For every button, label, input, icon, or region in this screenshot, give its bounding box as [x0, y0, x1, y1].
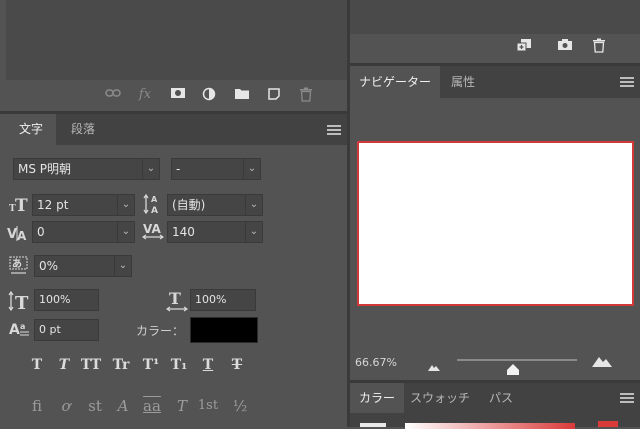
panel-menu-icon[interactable] — [620, 77, 634, 87]
all-caps-button[interactable]: TT — [80, 356, 102, 374]
faux-bold-button[interactable]: T — [26, 356, 48, 374]
tab-paragraph[interactable]: 段落 — [56, 114, 110, 145]
tsume-select[interactable]: 0% ⌄ — [34, 255, 132, 277]
link-icon[interactable] — [104, 87, 122, 103]
font-style-value: - — [176, 162, 181, 176]
svg-text:A: A — [9, 322, 20, 338]
titling-alternates-button[interactable]: aa — [140, 396, 164, 416]
leading-icon: AA — [143, 193, 163, 220]
svg-text:あ: あ — [12, 257, 22, 270]
faux-italic-button[interactable]: T — [53, 356, 75, 374]
kerning-select[interactable]: 0 ⌄ — [32, 221, 135, 243]
layers-list[interactable] — [6, 0, 347, 80]
zoom-slider-thumb[interactable] — [507, 360, 520, 379]
text-color-swatch[interactable] — [190, 317, 258, 343]
font-size-icon: TT — [9, 195, 29, 218]
zoom-out-icon[interactable] — [428, 356, 440, 375]
font-size-select[interactable]: 12 pt ⌄ — [32, 194, 135, 216]
chevron-down-icon: ⌄ — [117, 222, 134, 242]
horizontal-scale-field[interactable]: 100% — [190, 289, 256, 311]
baseline-shift-field[interactable]: 0 pt — [34, 319, 99, 341]
stylistic-alternates-button[interactable]: A — [111, 396, 135, 416]
tab-navigator[interactable]: ナビゲーター — [350, 66, 440, 98]
vertical-scale-field[interactable]: 100% — [34, 289, 99, 311]
tracking-icon: VA — [141, 221, 165, 246]
panel-menu-icon[interactable] — [620, 393, 634, 403]
tab-character[interactable]: 文字 — [6, 114, 56, 145]
ligature-button[interactable]: ﬁ — [25, 396, 49, 416]
font-size-value: 12 pt — [37, 198, 69, 212]
tab-color[interactable]: カラー — [350, 383, 404, 413]
leading-value: (自動) — [172, 198, 206, 212]
font-style-select[interactable]: - ⌄ — [171, 158, 261, 180]
foreground-color-chip[interactable] — [360, 423, 386, 427]
svg-text:A: A — [151, 195, 158, 204]
tsume-icon: あ — [9, 256, 29, 282]
svg-text:T: T — [169, 290, 181, 308]
panel-menu-icon[interactable] — [327, 125, 341, 135]
character-panel: 文字 段落 MS P明朝 ⌄ - ⌄ TT 12 pt ⌄ AA (自動) ⌄ … — [6, 114, 347, 427]
zoom-level[interactable]: 66.67% — [355, 356, 397, 369]
tsume-value: 0% — [39, 259, 59, 273]
chevron-down-icon: ⌄ — [117, 195, 134, 215]
tab-paths[interactable]: パス — [476, 383, 526, 413]
zoom-in-icon[interactable] — [592, 352, 612, 371]
font-family-select[interactable]: MS P明朝 ⌄ — [13, 158, 160, 180]
right-top-content — [350, 0, 640, 34]
font-family-value: MS P明朝 — [18, 162, 72, 176]
trash-icon[interactable] — [590, 38, 608, 54]
vertical-scale-icon: T — [8, 290, 30, 316]
strikethrough-button[interactable]: T — [226, 356, 248, 374]
svg-text:VA: VA — [143, 222, 161, 236]
chevron-down-icon: ⌄ — [245, 195, 262, 215]
chevron-down-icon: ⌄ — [243, 159, 260, 179]
fractions-button[interactable]: ½ — [228, 396, 252, 416]
baseline-shift-icon: Aa — [9, 319, 31, 344]
navigator-panel: ナビゲーター 属性 66.67% — [350, 66, 640, 380]
leading-select[interactable]: (自動) ⌄ — [167, 194, 263, 216]
horizontal-scale-icon: T — [165, 289, 189, 317]
color-panel: カラー スウォッチ パス — [350, 383, 640, 429]
tracking-value: 140 — [172, 225, 195, 239]
navigator-preview[interactable] — [357, 141, 634, 306]
ordinal-suffix-button[interactable]: 1st — [196, 396, 220, 416]
svg-text:T: T — [15, 293, 29, 311]
mask-icon[interactable] — [169, 87, 187, 103]
chevron-down-icon: ⌄ — [245, 222, 262, 242]
chevron-down-icon: ⌄ — [114, 256, 131, 276]
character-tabbar: 文字 段落 — [6, 114, 347, 145]
subscript-button[interactable]: T₁ — [168, 356, 190, 374]
camera-icon[interactable] — [556, 38, 574, 54]
chevron-down-icon: ⌄ — [142, 159, 159, 179]
background-color-chip[interactable] — [598, 421, 618, 427]
adjustment-icon[interactable] — [201, 87, 219, 103]
new-layer-icon[interactable] — [265, 87, 283, 103]
color-label: カラー： — [136, 324, 185, 338]
svg-text:T: T — [15, 196, 28, 213]
svg-text:a: a — [20, 322, 25, 331]
color-ramp[interactable] — [405, 423, 575, 429]
tab-swatches[interactable]: スウォッチ — [404, 383, 476, 413]
svg-text:A: A — [17, 229, 27, 242]
swash-button[interactable]: st — [83, 396, 107, 416]
trash-icon[interactable] — [297, 87, 315, 103]
svg-text:V: V — [7, 227, 17, 242]
tracking-select[interactable]: 140 ⌄ — [167, 221, 263, 243]
ordinals-button[interactable]: T — [170, 396, 194, 416]
new-snapshot-icon[interactable] — [516, 38, 534, 54]
navigator-tabbar: ナビゲーター 属性 — [350, 66, 640, 98]
layers-footer: fx — [6, 80, 347, 110]
small-caps-button[interactable]: Tr — [110, 356, 132, 374]
folder-icon[interactable] — [233, 87, 251, 103]
svg-text:A: A — [151, 206, 158, 215]
superscript-button[interactable]: T¹ — [140, 356, 162, 374]
tab-properties[interactable]: 属性 — [440, 66, 486, 98]
underline-button[interactable]: T — [197, 356, 219, 374]
kerning-icon: VA — [7, 224, 31, 247]
fx-icon[interactable]: fx — [136, 87, 154, 103]
discretionary-ligature-button[interactable]: ơ — [54, 396, 78, 416]
kerning-value: 0 — [37, 225, 45, 239]
